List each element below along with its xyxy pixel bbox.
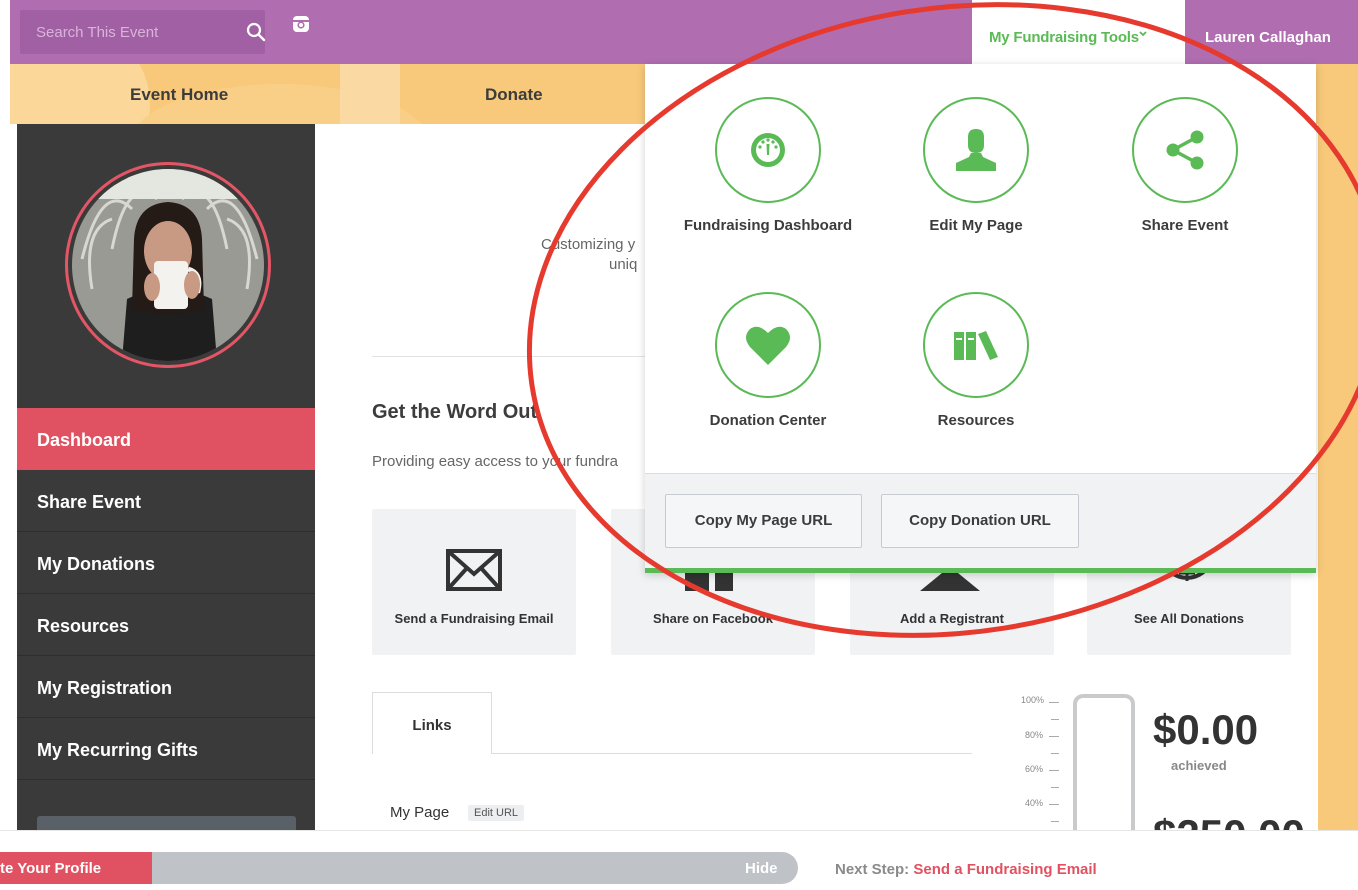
nav-donate[interactable]: Donate xyxy=(485,85,543,105)
tab-links[interactable]: Links xyxy=(372,692,492,754)
copy-donation-url-button[interactable]: Copy Donation URL xyxy=(881,494,1079,548)
thermometer-tube xyxy=(1073,694,1135,830)
instagram-icon[interactable] xyxy=(292,15,310,33)
card-label: Share on Facebook xyxy=(653,611,773,626)
tick-mark xyxy=(1049,770,1059,771)
thermometer-tick-label: 60% xyxy=(1025,764,1044,774)
user-menu[interactable]: Lauren Callaghan xyxy=(1205,29,1331,46)
sidebar-item-my-donations[interactable]: My Donations xyxy=(17,532,315,594)
tick-mark xyxy=(1051,821,1059,822)
sidebar-item-label: My Donations xyxy=(37,554,156,574)
intro-text: uniq xyxy=(609,256,638,273)
thermometer-tick-label: 80% xyxy=(1025,730,1044,740)
tool-circle xyxy=(715,292,821,398)
nav-decoration xyxy=(10,64,150,124)
tool-label: Resources xyxy=(937,412,1015,429)
search-input[interactable] xyxy=(36,22,226,42)
my-page-label: My Page xyxy=(390,804,450,821)
intro-text: Customizing y xyxy=(541,236,636,253)
books-icon xyxy=(954,331,998,360)
sidebar-item-label: Dashboard xyxy=(37,430,132,450)
sidebar-item-dashboard[interactable]: Dashboard xyxy=(17,408,315,470)
tool-circle xyxy=(715,97,821,203)
next-step-link[interactable]: Send a Fundraising Email xyxy=(913,861,1096,878)
progress-label: te Your Profile xyxy=(0,860,102,877)
nav-event-home[interactable]: Event Home xyxy=(130,85,228,105)
tool-circle xyxy=(923,292,1029,398)
card-label: See All Donations xyxy=(1133,611,1245,626)
background-decoration xyxy=(1318,64,1358,834)
envelope-icon xyxy=(446,549,502,591)
tool-circle xyxy=(1132,97,1238,203)
chevron-down-icon xyxy=(1139,31,1147,37)
share-icon xyxy=(1166,130,1204,170)
tool-label: Donation Center xyxy=(709,412,827,429)
edit-url-button[interactable]: Edit URL xyxy=(468,805,525,821)
gauge-icon xyxy=(751,133,785,167)
card-label: Send a Fundraising Email xyxy=(394,611,554,626)
divider xyxy=(372,356,652,357)
tool-label: Fundraising Dashboard xyxy=(683,217,853,234)
hide-button[interactable]: Hide xyxy=(745,860,778,877)
fundraising-tools-label: My Fundraising Tools xyxy=(989,29,1139,46)
card-label: Add a Registrant xyxy=(899,611,1004,626)
tool-label: Share Event xyxy=(1141,217,1229,234)
top-bar: My Fundraising Tools Lauren Callaghan xyxy=(10,0,1358,64)
tick-mark xyxy=(1049,804,1059,805)
section-title: Get the Word Out xyxy=(372,401,538,423)
progress-track: te Your Profile Hide xyxy=(0,852,798,884)
fundraising-tools-dropdown: Fundraising Dashboard Edit My Page Share… xyxy=(645,64,1316,573)
next-step-prefix: Next Step: xyxy=(835,861,914,878)
heart-icon xyxy=(746,326,790,365)
sidebar-item-label: My Recurring Gifts xyxy=(37,740,199,760)
tick-mark xyxy=(1051,719,1059,720)
goal-amount: $250.00 xyxy=(1153,814,1305,830)
dropdown-footer: Copy My Page URL Copy Donation URL xyxy=(645,473,1316,568)
tick-mark xyxy=(1051,753,1059,754)
tab-label: Links xyxy=(412,717,452,734)
person-icon xyxy=(956,129,996,171)
tick-mark xyxy=(1051,787,1059,788)
avatar[interactable] xyxy=(65,162,271,368)
search-icon[interactable] xyxy=(246,22,266,42)
next-step: Next Step: Send a Fundraising Email xyxy=(835,861,1097,878)
copy-page-url-button[interactable]: Copy My Page URL xyxy=(665,494,862,548)
card-send-email[interactable]: Send a Fundraising Email xyxy=(372,509,576,655)
sidebar-item-label: Share Event xyxy=(37,492,142,512)
sidebar: Dashboard Share Event My Donations Resou… xyxy=(17,124,315,836)
app-frame: My Fundraising Tools Lauren Callaghan Ev… xyxy=(0,0,1358,890)
thermometer-tick-label: 40% xyxy=(1025,798,1044,808)
tab-underline xyxy=(491,753,972,754)
sidebar-item-label: Resources xyxy=(37,616,130,636)
sidebar-item-resources[interactable]: Resources xyxy=(17,594,315,656)
tool-circle xyxy=(923,97,1029,203)
tick-mark xyxy=(1049,702,1059,703)
thermometer-tick-label: 100% xyxy=(1021,695,1045,705)
tool-label: Edit My Page xyxy=(929,217,1023,234)
sidebar-item-share-event[interactable]: Share Event xyxy=(17,470,315,532)
fundraising-tools-tab[interactable]: My Fundraising Tools xyxy=(972,0,1185,64)
search-box xyxy=(20,10,266,54)
profile-progress-bar: te Your Profile Hide Next Step: Send a F… xyxy=(0,830,1358,890)
tick-mark xyxy=(1049,736,1059,737)
nav-decoration xyxy=(340,64,400,124)
achieved-label: achieved xyxy=(1171,758,1227,773)
sidebar-item-label: My Registration xyxy=(37,678,173,698)
profile-photo xyxy=(72,169,264,361)
sidebar-item-my-registration[interactable]: My Registration xyxy=(17,656,315,718)
sidebar-item-my-recurring-gifts[interactable]: My Recurring Gifts xyxy=(17,718,315,780)
amount-raised: $0.00 xyxy=(1153,706,1259,753)
section-description: Providing easy access to your fundra xyxy=(372,453,618,470)
